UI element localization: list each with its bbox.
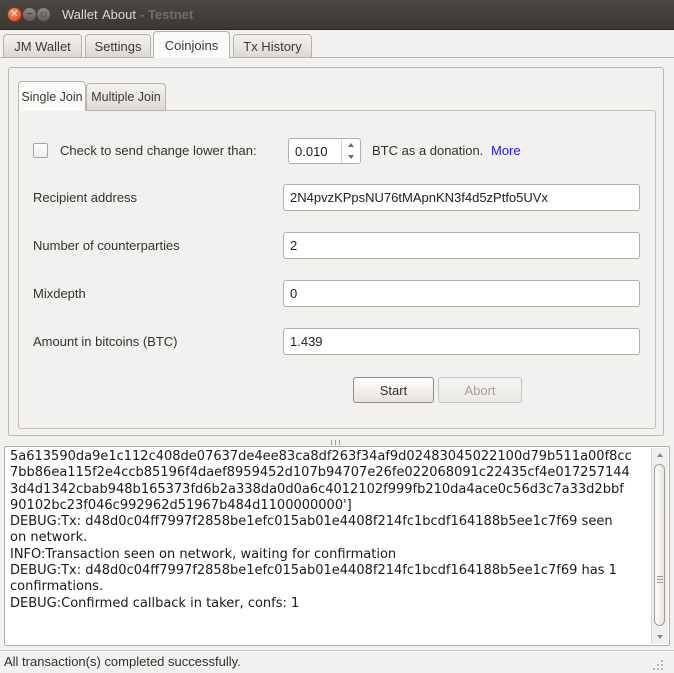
donation-checkbox[interactable]: [33, 143, 48, 158]
spin-down-icon: [348, 155, 354, 159]
splitter-handle[interactable]: [0, 438, 674, 446]
status-message: All transaction(s) completed successfull…: [4, 651, 241, 673]
maximize-icon: □: [41, 11, 46, 19]
spin-up-icon: [348, 143, 354, 147]
mixdepth-input[interactable]: [283, 280, 640, 307]
donation-amount-input[interactable]: [289, 139, 341, 163]
log-scrollbar[interactable]: [651, 448, 668, 644]
close-button[interactable]: ✕: [7, 7, 22, 22]
donation-amount-spinbox[interactable]: [288, 138, 361, 164]
tab-settings[interactable]: Settings: [85, 34, 151, 58]
spin-down-button[interactable]: [342, 151, 360, 163]
resize-grip[interactable]: [661, 660, 663, 662]
scroll-up-button[interactable]: [652, 449, 668, 461]
recipient-address-input[interactable]: [283, 184, 640, 211]
mixdepth-label: Mixdepth: [33, 280, 86, 307]
subtab-multiple-join[interactable]: Multiple Join: [86, 83, 166, 111]
window-title-remnant: - Testnet: [140, 0, 193, 30]
recipient-address-label: Recipient address: [33, 184, 137, 211]
close-icon: ✕: [10, 10, 18, 20]
window-titlebar[interactable]: ✕ − □ Wallet About - Testnet: [0, 0, 674, 30]
spin-up-button[interactable]: [342, 139, 360, 151]
tab-tx-history[interactable]: Tx History: [233, 34, 312, 58]
scrollbar-grip-icon: [657, 574, 663, 585]
menu-item-wallet[interactable]: Wallet: [62, 0, 98, 30]
abort-button[interactable]: Abort: [438, 377, 522, 403]
donation-suffix-label: BTC as a donation.: [372, 138, 483, 164]
subtab-single-join[interactable]: Single Join: [18, 81, 86, 111]
log-text[interactable]: 5a613590da9e1c112c408de07637de4ee83ca8df…: [10, 449, 650, 643]
menu-item-about[interactable]: About: [102, 0, 136, 30]
scroll-up-icon: [657, 453, 663, 457]
minimize-icon: −: [27, 10, 33, 20]
application-window: ✕ − □ Wallet About - Testnet JM Wallet S…: [0, 0, 674, 673]
scroll-down-button[interactable]: [652, 631, 668, 643]
scroll-down-icon: [657, 635, 663, 639]
amount-btc-input[interactable]: [283, 328, 640, 355]
status-bar: All transaction(s) completed successfull…: [0, 650, 674, 673]
more-link[interactable]: More: [491, 138, 521, 164]
counterparties-input[interactable]: [283, 232, 640, 259]
maximize-button[interactable]: □: [36, 7, 51, 22]
counterparties-label: Number of counterparties: [33, 232, 180, 259]
start-button[interactable]: Start: [353, 377, 434, 403]
splitter-grip-icon: [331, 440, 340, 445]
tab-jm-wallet[interactable]: JM Wallet: [3, 34, 82, 58]
log-output[interactable]: 5a613590da9e1c112c408de07637de4ee83ca8df…: [4, 446, 670, 646]
tab-coinjoins[interactable]: Coinjoins: [153, 31, 230, 58]
minimize-button[interactable]: −: [22, 7, 37, 22]
scrollbar-thumb[interactable]: [654, 464, 665, 626]
spin-buttons: [341, 139, 360, 163]
donation-checkbox-label: Check to send change lower than:: [60, 138, 257, 164]
amount-btc-label: Amount in bitcoins (BTC): [33, 328, 178, 355]
